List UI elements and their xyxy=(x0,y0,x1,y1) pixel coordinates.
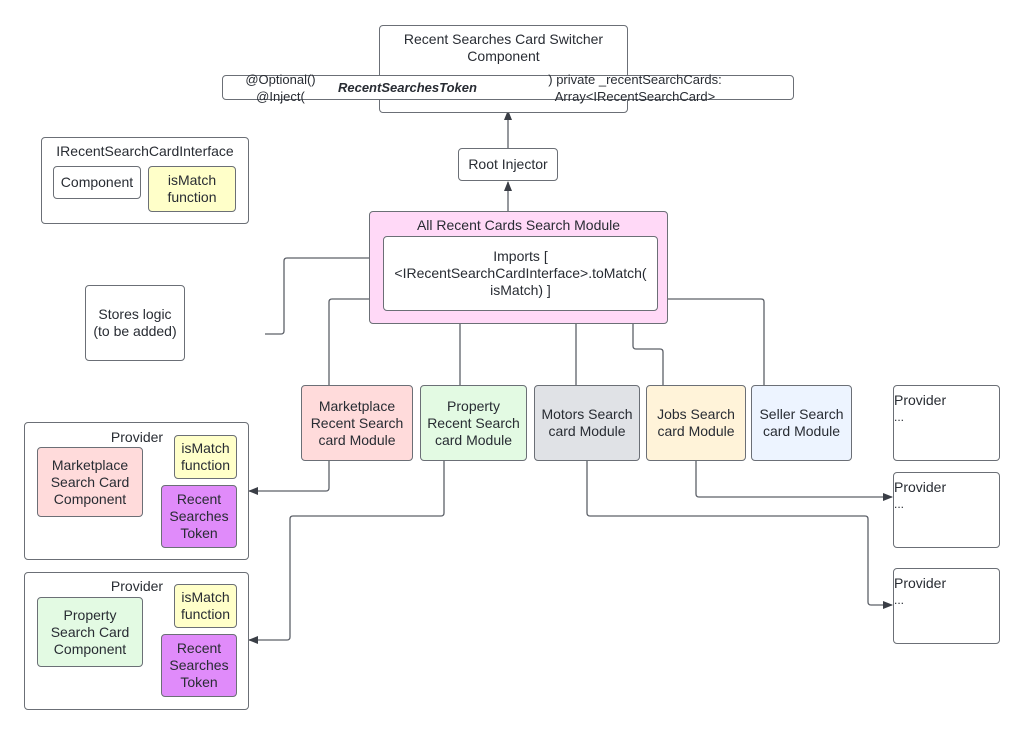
placeholder-provider-1: Provider ... xyxy=(893,385,1000,461)
interface-component: Component xyxy=(53,166,141,199)
placeholder-provider-3: Provider ... xyxy=(893,568,1000,644)
edge-seller-to-module xyxy=(657,295,765,385)
injection-suffix: ) private _recentSearchCards: Array<IRec… xyxy=(548,71,722,104)
switcher-title: Recent Searches Card Switcher Component xyxy=(403,31,604,64)
interface-ismatch: isMatch function xyxy=(148,166,236,212)
all-module-title: All Recent Cards Search Module xyxy=(416,217,621,233)
edge-motors-to-provider xyxy=(586,461,893,609)
marketplace-token: Recent Searches Token xyxy=(161,485,237,548)
imports-box: Imports [ <IRecentSearchCardInterface>.t… xyxy=(383,236,658,311)
stores-logic: Stores logic (to be added) xyxy=(85,285,185,361)
edge-stores-to-module xyxy=(265,254,384,335)
module-marketplace: Marketplace Recent Search card Module xyxy=(301,385,413,461)
module-jobs: Jobs Search card Module xyxy=(646,385,746,461)
edge-property-to-provider xyxy=(248,461,445,644)
interface-title: IRecentSearchCardInterface xyxy=(56,143,234,159)
placeholder-provider-2: Provider ... xyxy=(893,472,1000,548)
injection-token: RecentSearchesToken xyxy=(337,80,477,95)
property-token: Recent Searches Token xyxy=(161,634,237,697)
edge-jobs-to-provider xyxy=(695,461,893,501)
injection-prefix: @Optional() @Inject( xyxy=(245,71,316,104)
property-ismatch: isMatch function xyxy=(174,584,237,628)
property-search-card-component: Property Search Card Component xyxy=(37,597,143,667)
module-motors: Motors Search card Module xyxy=(534,385,640,461)
provider-property-title: Provider xyxy=(110,578,164,594)
module-property: Property Recent Search card Module xyxy=(420,385,527,461)
root-injector: Root Injector xyxy=(458,148,558,181)
provider-marketplace-title: Provider xyxy=(110,429,164,445)
injection-field: @Optional() @Inject( RecentSearchesToken)… xyxy=(222,72,794,104)
module-seller: Seller Search card Module xyxy=(751,385,852,461)
edge-marketplace-to-provider xyxy=(248,461,330,495)
marketplace-ismatch: isMatch function xyxy=(174,435,237,479)
marketplace-search-card-component: Marketplace Search Card Component xyxy=(37,447,143,517)
